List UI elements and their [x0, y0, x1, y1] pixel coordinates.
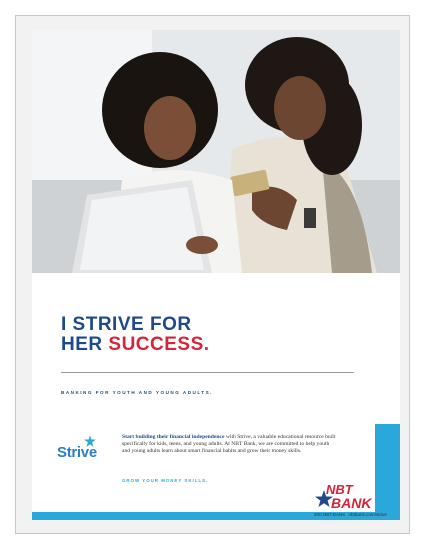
body-lead: Start building their financial independe… — [122, 434, 225, 440]
headline-line2-prefix: HER — [61, 334, 109, 355]
cta-link[interactable]: GROW YOUR MONEY SKILLS. — [122, 478, 208, 483]
headline-line1: I STRIVE FOR — [61, 314, 192, 335]
headline-accent: SUCCESS. — [108, 334, 210, 355]
nbt-logo-line2: BANK — [331, 495, 372, 510]
hero-photo — [32, 30, 400, 273]
ad-poster: I STRIVE FOR HER SUCCESS. BANKING FOR YO… — [32, 30, 400, 520]
tagline: BANKING FOR YOUTH AND YOUNG ADULTS. — [61, 390, 213, 395]
contact-url[interactable]: nbtbank.com/strive — [348, 512, 387, 517]
body-copy: Start building their financial independe… — [122, 434, 337, 456]
strive-logo: Strive — [57, 444, 97, 461]
contact-line: 800.NBT.BANK nbtbank.com/strive — [314, 512, 387, 517]
headline: I STRIVE FOR HER SUCCESS. — [61, 315, 210, 355]
contact-phone[interactable]: 800.NBT.BANK — [314, 512, 345, 517]
photo-two-women-laptop — [32, 30, 400, 273]
divider — [61, 372, 354, 373]
nbt-bank-logo: NBT BANK — [315, 482, 372, 510]
